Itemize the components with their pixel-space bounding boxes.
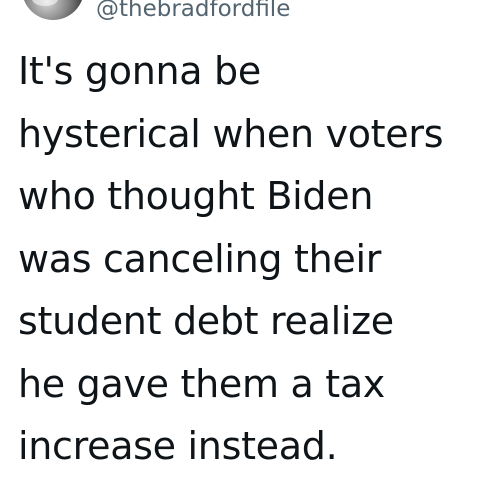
tweet-text-line: he gave them a tax bbox=[18, 361, 385, 406]
avatar-image bbox=[32, 0, 58, 6]
tweet-text-line: was canceling their bbox=[18, 236, 382, 281]
tweet-text-line: who thought Biden bbox=[18, 174, 374, 218]
avatar[interactable] bbox=[22, 0, 84, 20]
user-handle[interactable]: @thebradfordfile bbox=[96, 0, 290, 26]
tweet-text-line: student debt realize bbox=[18, 299, 394, 343]
tweet-text-line: hysterical when voters bbox=[18, 111, 444, 156]
tweet-text-line: increase instead. bbox=[18, 424, 338, 468]
tweet-text: It's gonna be hysterical when voters who… bbox=[18, 40, 496, 478]
tweet-text-line: It's gonna be bbox=[18, 49, 261, 93]
tweet: @thebradfordfile It's gonna be hysterica… bbox=[0, 0, 500, 478]
